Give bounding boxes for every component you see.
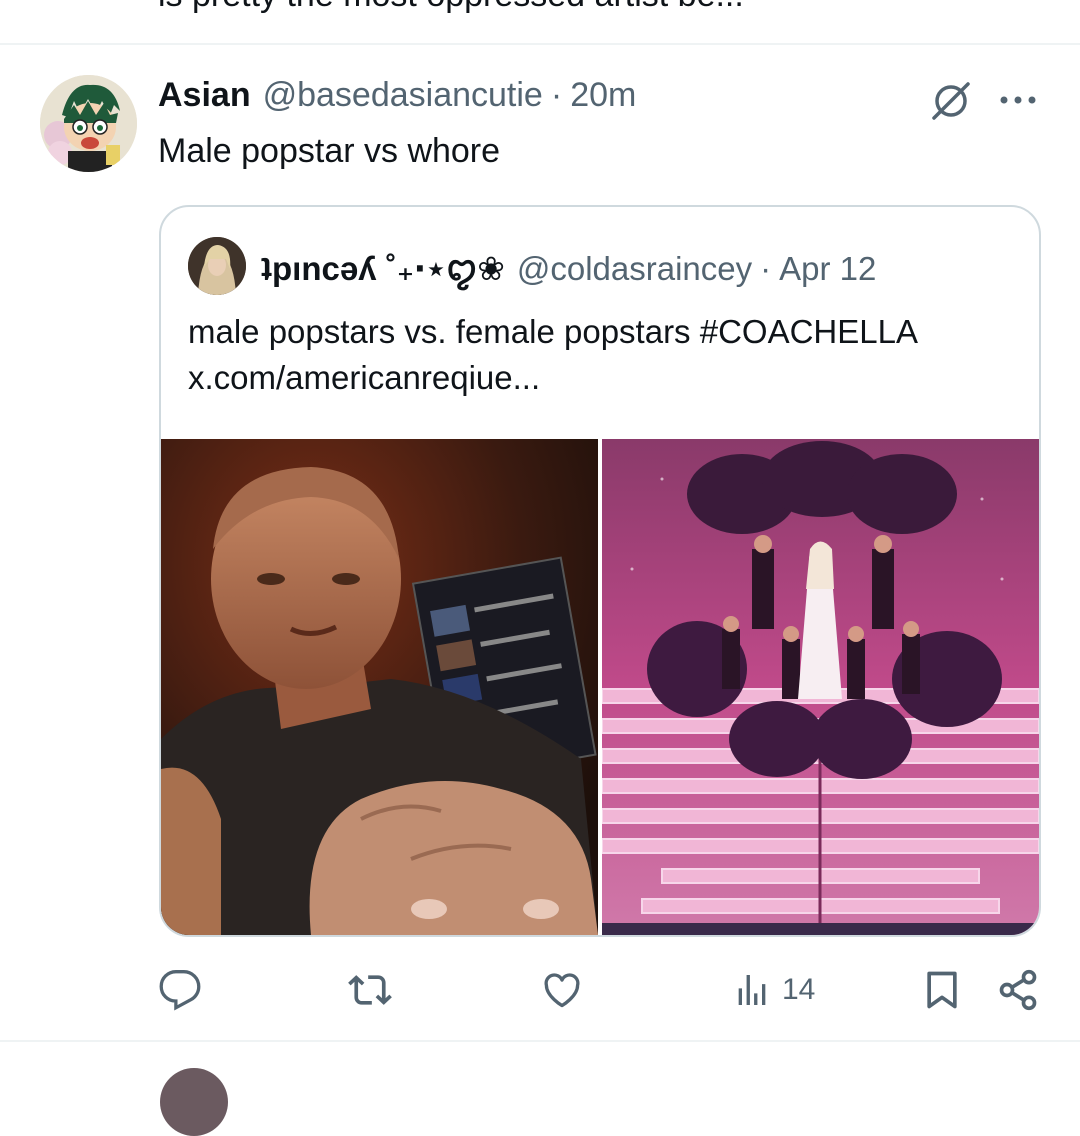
share-icon [999,969,1037,1011]
quoted-author-name[interactable]: ʇpıncǝʎ ˚₊‧⋆ꨄ❀ [261,243,505,292]
quoted-author-handle[interactable]: @coldasraincey [517,250,752,288]
post-text: Male popstar vs whore [158,132,501,170]
more-icon[interactable] [996,86,1040,114]
reply-icon [159,970,201,1011]
post-divider-top [0,43,1080,45]
next-post-avatar[interactable] [160,1068,228,1136]
author-name[interactable]: Asian [158,76,251,115]
bookmark-button[interactable] [920,962,964,1018]
like-button[interactable] [540,962,594,1018]
header-separator: · [550,76,563,114]
previous-post-text: is pretty the most oppressed artist be..… [158,0,744,15]
author-handle[interactable]: @basedasiancutie [263,76,543,115]
quoted-link[interactable]: x.com/americanreqiue... [188,355,1018,401]
author-avatar[interactable] [40,75,137,172]
quoted-header-separator: · [760,250,772,287]
repost-button[interactable] [346,962,404,1018]
post-divider-bottom [0,1040,1080,1042]
reply-button[interactable] [158,962,212,1018]
quoted-text-line-1: male popstars vs. female popstars #COACH… [188,313,918,350]
grok-icon[interactable] [928,78,974,124]
quoted-author-avatar[interactable] [188,237,246,295]
quoted-post-text: male popstars vs. female popstars #COACH… [188,309,1018,401]
views-button[interactable]: 14 [732,962,815,1018]
quoted-post-header: ʇpıncǝʎ ˚₊‧⋆ꨄ❀ @coldasraincey · Apr 12 [261,243,876,292]
media-image-right[interactable] [602,439,1039,935]
quoted-post-card[interactable]: ʇpıncǝʎ ˚₊‧⋆ꨄ❀ @coldasraincey · Apr 12 m… [159,205,1041,937]
media-image-left[interactable] [161,439,598,935]
post-header: Asian @basedasiancutie · 20m [158,76,636,115]
share-button[interactable] [996,962,1040,1018]
bookmark-icon [927,971,957,1009]
views-icon [738,975,766,1005]
post-time[interactable]: 20m [570,76,636,115]
quoted-post-date[interactable]: Apr 12 [779,250,876,288]
like-icon [544,973,580,1008]
repost-icon [348,975,392,1005]
post-action-bar: 14 [0,962,1080,1018]
views-count: 14 [782,973,816,1006]
